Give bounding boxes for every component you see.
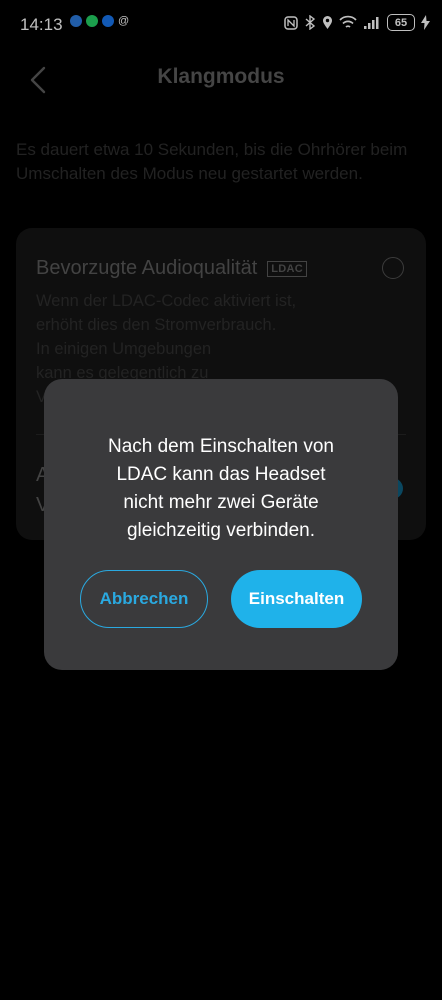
cancel-button[interactable]: Abbrechen — [80, 570, 208, 628]
confirm-dialog: Nach dem Einschalten von LDAC kann das H… — [44, 379, 398, 670]
enable-button[interactable]: Einschalten — [231, 570, 362, 628]
dialog-message: Nach dem Einschalten von LDAC kann das H… — [107, 436, 334, 541]
